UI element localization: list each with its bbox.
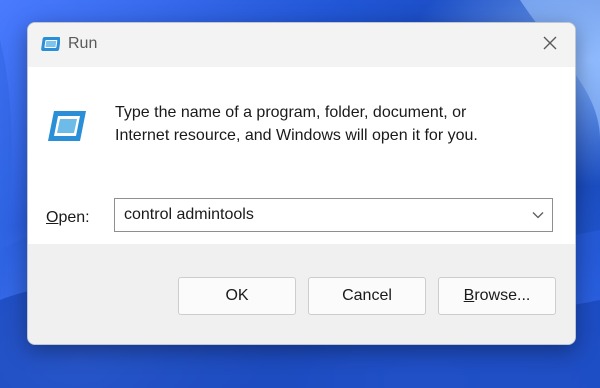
button-bar: OK Cancel Browse...	[28, 244, 575, 344]
browse-button[interactable]: Browse...	[438, 277, 556, 315]
cancel-button-label: Cancel	[342, 287, 392, 304]
run-program-icon	[46, 109, 88, 143]
description-line-2: Internet resource, and Windows will open…	[115, 127, 478, 144]
ok-button[interactable]: OK	[178, 277, 296, 315]
description-line-1: Type the name of a program, folder, docu…	[115, 104, 467, 121]
open-combobox[interactable]	[114, 198, 553, 232]
title-bar[interactable]: Run	[28, 23, 575, 67]
open-input[interactable]	[115, 199, 515, 231]
open-label-text: pen:	[58, 209, 90, 226]
window-title: Run	[68, 35, 98, 52]
open-label: Open:	[46, 209, 90, 227]
run-dialog: Run Type the name of a program, folder, …	[27, 22, 576, 345]
dialog-description: Type the name of a program, folder, docu…	[115, 101, 545, 147]
close-icon	[542, 35, 558, 56]
close-button[interactable]	[533, 29, 567, 61]
cancel-button[interactable]: Cancel	[308, 277, 426, 315]
dropdown-button[interactable]	[525, 199, 551, 231]
browse-button-mnemonic: B	[463, 287, 475, 304]
chevron-down-icon	[532, 206, 544, 224]
run-icon	[40, 36, 61, 52]
browse-button-label: rowse...	[474, 287, 531, 304]
ok-button-label: OK	[225, 287, 249, 304]
dialog-body: Type the name of a program, folder, docu…	[28, 67, 575, 244]
open-label-mnemonic: O	[46, 209, 59, 226]
